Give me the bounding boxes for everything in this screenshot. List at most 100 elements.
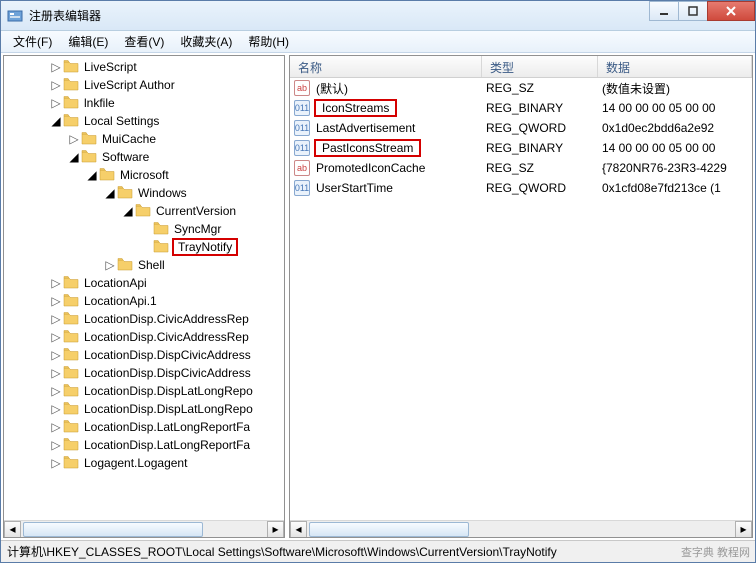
tree-item-label: lnkfile [82, 95, 117, 111]
tree-hscrollbar[interactable]: ◂ ▸ [4, 520, 284, 537]
expand-icon[interactable]: ▷ [50, 294, 62, 308]
tree-item[interactable]: ▷ LocationDisp.DispCivicAddress [6, 346, 284, 364]
tree-item[interactable]: ▷LocationDisp.LatLongReportFa [6, 418, 284, 436]
tree-item[interactable]: ▷LocationDisp.DispLatLongRepo [6, 400, 284, 418]
list-hscrollbar[interactable]: ◂ ▸ [290, 520, 752, 537]
value-name: (默认) [314, 79, 350, 98]
tree-item[interactable]: ▷ Logagent.Logagent [6, 454, 284, 472]
folder-icon [62, 455, 82, 472]
tree-item[interactable]: ▷LocationDisp.CivicAddressRep [6, 328, 284, 346]
close-button[interactable] [707, 1, 755, 21]
value-name: IconStreams [314, 99, 397, 117]
column-headers: 名称 类型 数据 [290, 56, 752, 78]
tree-item[interactable]: ◢ Software [6, 148, 284, 166]
expand-icon[interactable]: ▷ [50, 330, 62, 344]
tree-item[interactable]: ▷ LocationDisp.DispLatLongRepo [6, 382, 284, 400]
key-tree[interactable]: ▷LiveScript▷LiveScript Author▷lnkfile◢Lo… [4, 56, 284, 520]
tree-item[interactable]: ▷LiveScript [6, 58, 284, 76]
tree-item[interactable]: ◢Microsoft [6, 166, 284, 184]
scroll-left-button[interactable]: ◂ [290, 521, 307, 538]
value-row[interactable]: abPromotedIconCacheREG_SZ{7820NR76-23R3-… [290, 158, 752, 178]
tree-item-label: LocationDisp.DispCivicAddress [82, 365, 253, 381]
collapse-icon[interactable]: ◢ [122, 204, 134, 218]
value-row[interactable]: 011UserStartTimeREG_QWORD0x1cfd08e7fd213… [290, 178, 752, 198]
expand-icon[interactable]: ▷ [50, 384, 62, 398]
folder-icon [152, 221, 172, 238]
titlebar[interactable]: 注册表编辑器 [1, 1, 755, 31]
tree-item[interactable]: ◢Windows [6, 184, 284, 202]
tree-item[interactable]: ▷ lnkfile [6, 94, 284, 112]
menu-bar: 文件(F) 编辑(E) 查看(V) 收藏夹(A) 帮助(H) [1, 31, 755, 53]
expand-icon[interactable]: ▷ [50, 78, 62, 92]
value-data: {7820NR76-23R3-4229 [598, 161, 752, 175]
expand-icon[interactable]: ▷ [104, 258, 116, 272]
folder-icon [98, 167, 118, 184]
column-type[interactable]: 类型 [482, 56, 598, 77]
expand-icon[interactable]: ▷ [50, 456, 62, 470]
app-icon [7, 8, 23, 24]
maximize-button[interactable] [678, 1, 708, 21]
menu-file[interactable]: 文件(F) [5, 31, 60, 52]
folder-icon [62, 59, 82, 76]
value-name: LastAdvertisement [314, 120, 417, 136]
tree-item-label: LocationDisp.DispLatLongRepo [82, 383, 255, 399]
tree-item-label: LocationApi [82, 275, 149, 291]
window-title: 注册表编辑器 [29, 7, 749, 24]
tree-item[interactable]: ▷ LocationApi [6, 274, 284, 292]
collapse-icon[interactable]: ◢ [50, 114, 62, 128]
expand-icon[interactable]: ▷ [50, 60, 62, 74]
menu-help[interactable]: 帮助(H) [240, 31, 297, 52]
expand-icon[interactable]: ▷ [50, 348, 62, 362]
tree-item[interactable]: ▷ LocationDisp.DispCivicAddress [6, 364, 284, 382]
value-row[interactable]: 011PastIconsStreamREG_BINARY14 00 00 00 … [290, 138, 752, 158]
column-name[interactable]: 名称 [290, 56, 482, 77]
value-row[interactable]: 011LastAdvertisementREG_QWORD0x1d0ec2bdd… [290, 118, 752, 138]
tree-item[interactable]: ▷LiveScript Author [6, 76, 284, 94]
expand-icon[interactable]: ▷ [50, 366, 62, 380]
folder-icon [116, 185, 136, 202]
tree-item[interactable]: ▷MuiCache [6, 130, 284, 148]
value-type: REG_QWORD [482, 181, 598, 195]
menu-edit[interactable]: 编辑(E) [60, 31, 116, 52]
expand-icon[interactable]: ▷ [50, 420, 62, 434]
expand-icon[interactable]: ▷ [68, 132, 80, 146]
tree-item[interactable]: ▷LocationDisp.LatLongReportFa [6, 436, 284, 454]
collapse-icon[interactable]: ◢ [68, 150, 80, 164]
value-row[interactable]: 011IconStreamsREG_BINARY14 00 00 00 05 0… [290, 98, 752, 118]
column-data[interactable]: 数据 [598, 56, 752, 77]
tree-item-label: Logagent.Logagent [82, 455, 189, 471]
expand-icon[interactable]: ▷ [50, 312, 62, 326]
value-row[interactable]: ab(默认)REG_SZ(数值未设置) [290, 78, 752, 98]
collapse-icon[interactable]: ◢ [104, 186, 116, 200]
expand-icon[interactable]: ▷ [50, 96, 62, 110]
status-path: 计算机\HKEY_CLASSES_ROOT\Local Settings\Sof… [7, 543, 557, 560]
tree-item-label: Software [100, 149, 151, 165]
tree-item[interactable]: ◢CurrentVersion [6, 202, 284, 220]
scroll-right-button[interactable]: ▸ [735, 521, 752, 538]
minimize-button[interactable] [649, 1, 679, 21]
scroll-right-button[interactable]: ▸ [267, 521, 284, 538]
scroll-thumb[interactable] [23, 522, 203, 537]
tree-item[interactable]: ▷LocationDisp.CivicAddressRep [6, 310, 284, 328]
scroll-track[interactable] [21, 521, 267, 538]
expand-icon[interactable]: ▷ [50, 402, 62, 416]
binary-value-icon: 011 [294, 180, 310, 196]
menu-favorites[interactable]: 收藏夹(A) [172, 31, 240, 52]
tree-item[interactable]: TrayNotify [6, 238, 284, 256]
scroll-left-button[interactable]: ◂ [4, 521, 21, 538]
tree-item[interactable]: ▷Shell [6, 256, 284, 274]
expand-icon[interactable]: ▷ [50, 438, 62, 452]
value-list[interactable]: ab(默认)REG_SZ(数值未设置)011IconStreamsREG_BIN… [290, 78, 752, 520]
tree-item[interactable]: ◢Local Settings [6, 112, 284, 130]
scroll-track[interactable] [307, 521, 735, 538]
scroll-thumb[interactable] [309, 522, 469, 537]
tree-item[interactable]: SyncMgr [6, 220, 284, 238]
value-name: PromotedIconCache [314, 160, 427, 176]
menu-view[interactable]: 查看(V) [116, 31, 172, 52]
expand-icon[interactable]: ▷ [50, 276, 62, 290]
collapse-icon[interactable]: ◢ [86, 168, 98, 182]
tree-item-label: TrayNotify [172, 238, 238, 256]
folder-icon [62, 95, 82, 112]
tree-item-label: LocationDisp.DispCivicAddress [82, 347, 253, 363]
tree-item[interactable]: ▷LocationApi.1 [6, 292, 284, 310]
